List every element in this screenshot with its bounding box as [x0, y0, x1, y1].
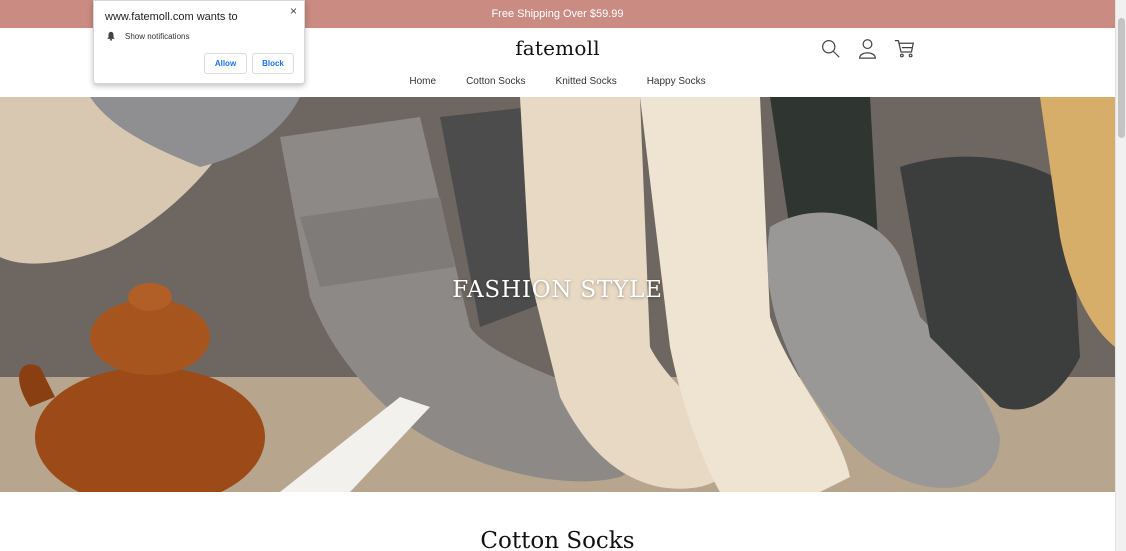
header-icons — [820, 38, 915, 59]
close-icon[interactable]: × — [290, 4, 297, 18]
nav-item-happy-socks[interactable]: Happy Socks — [632, 76, 721, 87]
notification-permission-popup: www.fatemoll.com wants to × Show notific… — [93, 0, 305, 84]
block-button[interactable]: Block — [252, 53, 294, 74]
account-icon[interactable] — [857, 38, 878, 59]
notification-permission-row: Show notifications — [106, 31, 189, 41]
nav-item-home[interactable]: Home — [394, 76, 451, 87]
search-icon[interactable] — [820, 38, 841, 59]
cart-icon[interactable] — [894, 38, 915, 59]
promo-text: Free Shipping Over $59.99 — [491, 8, 624, 20]
bell-icon — [107, 31, 115, 41]
hero-title: FASHION STYLE — [452, 277, 663, 303]
page-scrollbar[interactable] — [1115, 0, 1126, 551]
nav-item-knitted-socks[interactable]: Knitted Socks — [541, 76, 632, 87]
nav-item-cotton-socks[interactable]: Cotton Socks — [451, 76, 540, 87]
hero-banner[interactable]: FASHION STYLE — [0, 97, 1115, 492]
allow-button[interactable]: Allow — [204, 53, 247, 74]
notification-title: www.fatemoll.com wants to — [105, 11, 238, 23]
scrollbar-thumb[interactable] — [1118, 18, 1125, 138]
notification-permission-label: Show notifications — [125, 31, 190, 41]
section-title: Cotton Socks — [480, 528, 635, 551]
